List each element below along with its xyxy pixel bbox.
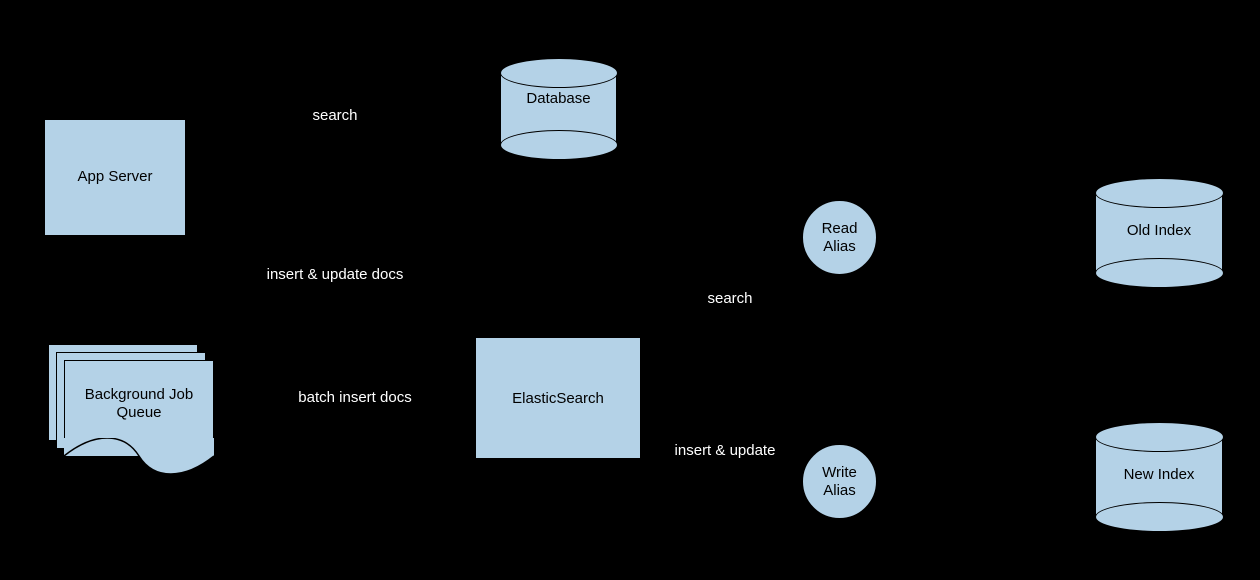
edge-label-bg-es: batch insert docs	[280, 389, 430, 408]
arrows-layer	[0, 0, 1260, 580]
app-server-node	[44, 119, 186, 236]
new-index-node	[1095, 436, 1223, 518]
database-node	[500, 72, 617, 146]
bg-queue-node	[64, 360, 214, 456]
doc-wave-icon	[64, 438, 214, 474]
edge-label-app-db: search	[290, 107, 380, 126]
elasticsearch-node	[475, 337, 641, 459]
edge-label-es-read: search	[690, 290, 770, 309]
write-alias-node	[802, 444, 877, 519]
read-alias-node	[802, 200, 877, 275]
edge-label-es-write: insert & update	[660, 442, 790, 461]
edge-label-app-es: insert & update docs	[250, 266, 420, 285]
old-index-node	[1095, 192, 1223, 274]
